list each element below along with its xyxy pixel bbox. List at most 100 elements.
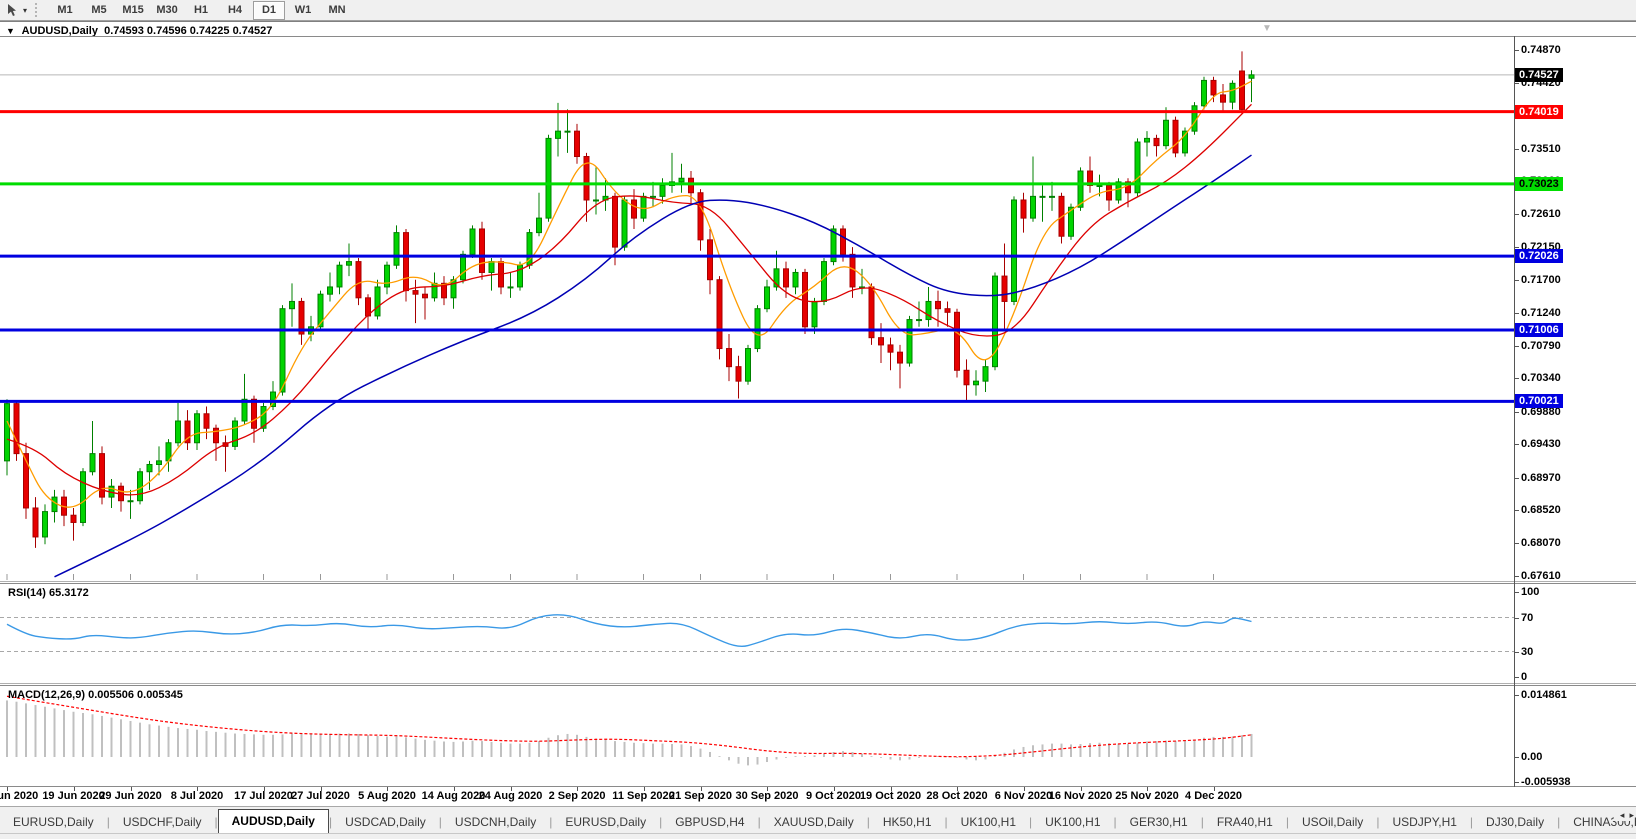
indicator-tick-label: 70 xyxy=(1521,612,1533,624)
ma-fast-line[interactable] xyxy=(7,81,1252,507)
tab-usdcad-daily[interactable]: USDCAD,Daily xyxy=(332,812,439,833)
panel-separator-1[interactable] xyxy=(0,581,1636,582)
price-tick-mark xyxy=(1514,444,1519,445)
price-tick-label: 0.68970 xyxy=(1521,472,1561,484)
timeframe-button-m15[interactable]: M15 xyxy=(117,1,149,20)
timeframe-button-m5[interactable]: M5 xyxy=(83,1,115,20)
pointer-tool-caret-icon[interactable]: ▾ xyxy=(23,6,27,15)
price-tick-mark xyxy=(1514,214,1519,215)
price-tick-mark xyxy=(1514,313,1519,314)
price-tick-label: 0.68070 xyxy=(1521,537,1561,549)
tab-uk100-h1[interactable]: UK100,H1 xyxy=(948,812,1029,833)
tab-audusd-daily[interactable]: AUDUSD,Daily xyxy=(218,809,329,833)
hline-price-label-0.70021[interactable]: 0.70021 xyxy=(1515,394,1563,408)
symbol-tab-bar: EURUSD,Daily|USDCHF,Daily|AUDUSD,Daily|U… xyxy=(0,806,1636,833)
price-tick-mark xyxy=(1514,576,1519,577)
tab-eurusd-daily[interactable]: EURUSD,Daily xyxy=(552,812,659,833)
price-tick-mark xyxy=(1514,378,1519,379)
timeframe-button-h1[interactable]: H1 xyxy=(185,1,217,20)
toolbar-grip[interactable] xyxy=(35,3,42,17)
indicator-tick-mark xyxy=(1514,695,1519,696)
price-tick-label: 0.74870 xyxy=(1521,44,1561,56)
tab-gbpusd-h4[interactable]: GBPUSD,H4 xyxy=(662,812,757,833)
date-label: 21 Sep 2020 xyxy=(669,790,732,802)
indicator-tick-mark xyxy=(1514,782,1519,783)
hline-price-label-0.72026[interactable]: 0.72026 xyxy=(1515,249,1563,263)
date-label: 10 Jun 2020 xyxy=(0,790,38,802)
date-label: 8 Jul 2020 xyxy=(171,790,224,802)
ma-mid-line[interactable] xyxy=(7,104,1252,495)
main-price-chart[interactable] xyxy=(0,36,1514,580)
chart-title-collapse-icon[interactable]: ▼ xyxy=(6,26,15,36)
price-tick-label: 0.68520 xyxy=(1521,504,1561,516)
price-tick-mark xyxy=(1514,543,1519,544)
date-label: 2 Sep 2020 xyxy=(549,790,606,802)
price-tick-mark xyxy=(1514,83,1519,84)
price-tick-label: 0.70340 xyxy=(1521,372,1561,384)
date-label: 24 Aug 2020 xyxy=(479,790,543,802)
timeframe-button-m1[interactable]: M1 xyxy=(49,1,81,20)
timeframe-button-h4[interactable]: H4 xyxy=(219,1,251,20)
price-tick-label: 0.73510 xyxy=(1521,143,1561,155)
pointer-tool-icon[interactable] xyxy=(3,2,21,18)
date-label: 11 Sep 2020 xyxy=(612,790,674,802)
panel-separator-2[interactable] xyxy=(0,683,1636,684)
tab-fra40-h1[interactable]: FRA40,H1 xyxy=(1204,812,1286,833)
rsi-line xyxy=(7,615,1252,646)
macd-indicator-panel[interactable] xyxy=(0,686,1514,786)
hline-price-label-0.71006[interactable]: 0.71006 xyxy=(1515,323,1563,337)
price-tick-mark xyxy=(1514,412,1519,413)
tab-xauusd-daily[interactable]: XAUUSD,Daily xyxy=(761,812,867,833)
status-strip xyxy=(0,833,1636,839)
date-label: 6 Nov 2020 xyxy=(995,790,1052,802)
plot-bottom-border xyxy=(0,786,1636,787)
date-label: 4 Dec 2020 xyxy=(1185,790,1242,802)
rsi-indicator-panel[interactable] xyxy=(0,584,1514,682)
indicator-tick-label: 0 xyxy=(1521,671,1527,683)
hline-price-label-0.74019[interactable]: 0.74019 xyxy=(1515,105,1563,119)
timeframe-button-mn[interactable]: MN xyxy=(321,1,353,20)
tab-usdjpy-h1[interactable]: USDJPY,H1 xyxy=(1379,812,1469,833)
date-label: 29 Jun 2020 xyxy=(99,790,161,802)
tab-usoil-daily[interactable]: USOil,Daily xyxy=(1289,812,1376,833)
price-tick-label: 0.70790 xyxy=(1521,340,1561,352)
indicator-tick-label: 30 xyxy=(1521,646,1533,658)
price-tick-label: 0.72610 xyxy=(1521,208,1561,220)
tab-usdchf-daily[interactable]: USDCHF,Daily xyxy=(110,812,215,833)
price-tick-label: 0.67610 xyxy=(1521,570,1561,582)
tab-usdcnh-daily[interactable]: USDCNH,Daily xyxy=(442,812,549,833)
indicator-tick-label: 100 xyxy=(1521,586,1539,598)
price-tick-mark xyxy=(1514,346,1519,347)
price-tick-label: 0.71240 xyxy=(1521,307,1561,319)
tab-eurusd-daily[interactable]: EURUSD,Daily xyxy=(0,812,107,833)
price-tick-mark xyxy=(1514,50,1519,51)
hline-price-label-0.73023[interactable]: 0.73023 xyxy=(1515,177,1563,191)
indicator-tick-mark xyxy=(1514,618,1519,619)
tab-scroll-arrows: ◂ ▸ xyxy=(1614,810,1634,821)
tab-dj30-daily[interactable]: DJ30,Daily xyxy=(1473,812,1557,833)
date-label: 9 Oct 2020 xyxy=(806,790,861,802)
date-label: 28 Oct 2020 xyxy=(926,790,987,802)
tab-uk100-h1[interactable]: UK100,H1 xyxy=(1032,812,1113,833)
tab-scroll-left-icon[interactable]: ◂ xyxy=(1620,810,1625,820)
date-label: 27 Jul 2020 xyxy=(291,790,350,802)
timeframe-button-w1[interactable]: W1 xyxy=(287,1,319,20)
date-label: 19 Jun 2020 xyxy=(42,790,104,802)
price-tick-mark xyxy=(1514,149,1519,150)
indicator-tick-label: -0.005938 xyxy=(1521,776,1571,788)
price-tick-label: 0.69430 xyxy=(1521,438,1561,450)
chart-scroll-anchor-icon[interactable]: ▼ xyxy=(1262,23,1272,34)
date-label: 17 Jul 2020 xyxy=(234,790,293,802)
current-price-label[interactable]: 0.74527 xyxy=(1515,68,1563,82)
timeframe-button-d1[interactable]: D1 xyxy=(253,1,285,20)
date-label: 16 Nov 2020 xyxy=(1049,790,1113,802)
rsi-label: RSI(14) 65.3172 xyxy=(8,587,89,599)
tab-ger30-h1[interactable]: GER30,H1 xyxy=(1117,812,1201,833)
timeframe-button-m30[interactable]: M30 xyxy=(151,1,183,20)
indicator-tick-mark xyxy=(1514,757,1519,758)
price-tick-mark xyxy=(1514,510,1519,511)
tab-hk50-h1[interactable]: HK50,H1 xyxy=(870,812,945,833)
date-label: 14 Aug 2020 xyxy=(422,790,486,802)
tab-scroll-right-icon[interactable]: ▸ xyxy=(1629,810,1634,820)
date-label: 5 Aug 2020 xyxy=(358,790,416,802)
